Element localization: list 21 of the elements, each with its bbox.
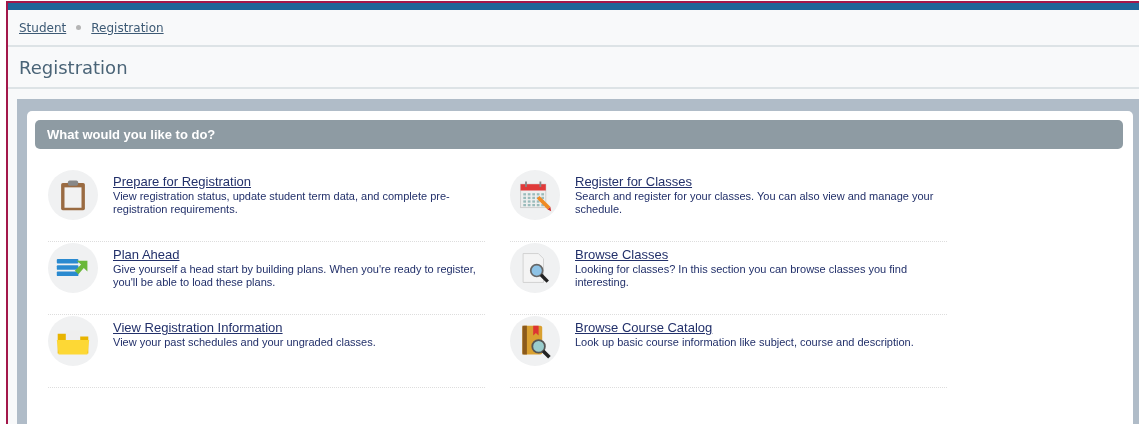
action-link[interactable]: Browse Classes: [575, 247, 669, 262]
calendar-icon[interactable]: [510, 170, 560, 220]
action-description: Looking for classes? In this section you can browse classes you find interesting.: [575, 263, 908, 289]
action-description: Give yourself a head start by building plans. When you're ready to register, you'll be able to load these plans.: [113, 263, 477, 289]
breadcrumb-link[interactable]: Student: [19, 20, 67, 35]
clipboard-icon[interactable]: [48, 170, 98, 220]
action-link[interactable]: View Registration Information: [113, 320, 283, 335]
breadcrumb-separator-icon: [76, 25, 82, 30]
action-link[interactable]: Plan Ahead: [113, 247, 180, 262]
action-description: View your past schedules and your ungraded classes.: [113, 336, 376, 349]
action-description: View registration status, update student term data, and complete pre-registration requirements.: [113, 190, 451, 216]
document-search-icon[interactable]: [510, 243, 560, 293]
book-search-icon[interactable]: [510, 316, 560, 366]
action-description: Search and register for your classes. You can also view and manage your schedule.: [575, 190, 935, 216]
action-link[interactable]: Browse Course Catalog: [575, 320, 713, 335]
section-header: What would you like to do?: [35, 120, 1123, 149]
page-title: Registration: [19, 56, 128, 78]
breadcrumb-link[interactable]: Registration: [91, 20, 164, 35]
action-description: Look up basic course information like subject, course and description.: [575, 336, 914, 349]
action-link[interactable]: Register for Classes: [575, 174, 693, 189]
action-link[interactable]: Prepare for Registration: [113, 174, 251, 189]
